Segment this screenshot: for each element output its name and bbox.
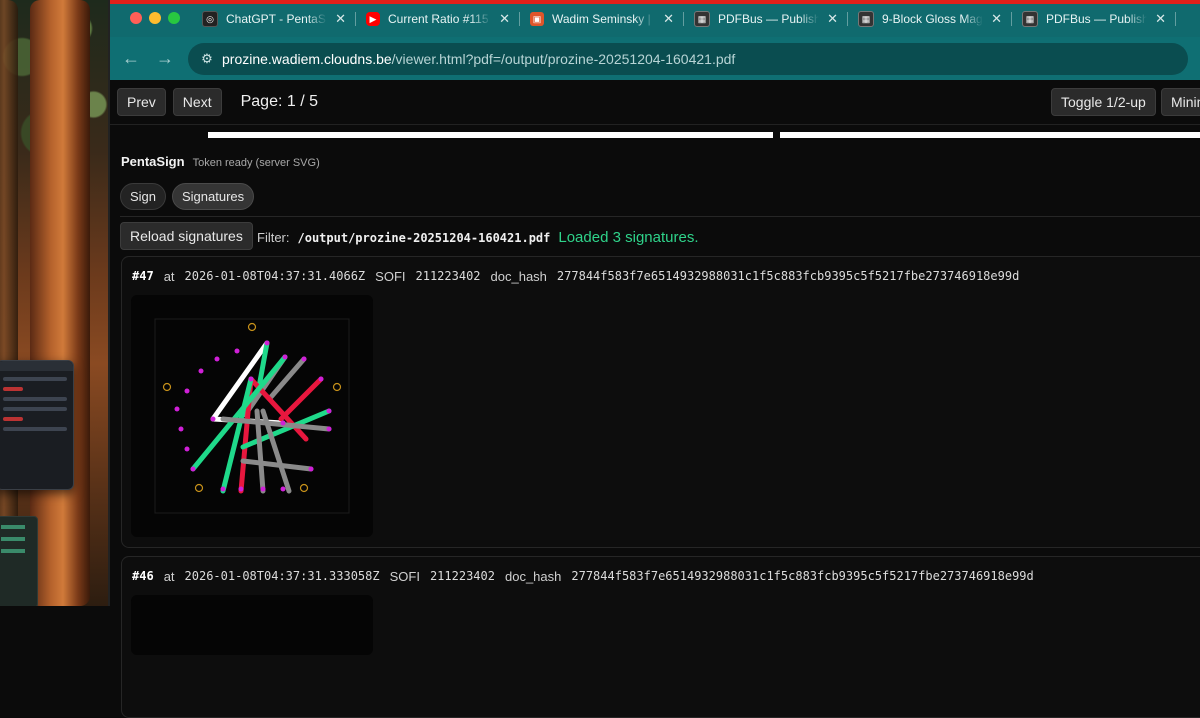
pdfbus-icon: ▦	[694, 11, 710, 27]
url-path: /viewer.html?pdf=/output/prozine-2025120…	[391, 50, 736, 67]
pdf-viewer: Prev Next Page: 1 / 5 Toggle 1/2-up Mini…	[110, 80, 1200, 718]
filter-row: Filter: /output/prozine-20251204-160421.…	[257, 229, 698, 246]
signature-image	[131, 595, 373, 655]
tab-title: PDFBus — Publisher	[1046, 12, 1148, 26]
arrow-left-icon: ←	[122, 48, 140, 68]
tab-youtube[interactable]: ▶ Current Ratio #115 ✕	[356, 6, 520, 32]
forward-button[interactable]: →	[150, 44, 180, 74]
signer-code: 211223402	[429, 569, 495, 583]
pentasign-header: PentaSign Token ready (server SVG)	[121, 154, 320, 169]
signer-name: SOFI	[389, 569, 420, 584]
signature-timestamp: 2026-01-08T04:37:31.4066Z	[184, 269, 366, 283]
filter-value: /output/prozine-20251204-160421.pdf	[297, 231, 551, 245]
url-host: prozine.wadiem.cloudns.be	[222, 50, 392, 67]
loaded-status: Loaded 3 signatures.	[558, 229, 699, 246]
page-preview-strip	[110, 125, 1200, 139]
wallpaper-tree-trunk	[30, 0, 90, 606]
signature-meta: #46 at 2026-01-08T04:37:31.333058Z SOFI …	[132, 569, 1034, 584]
close-window-button[interactable]	[130, 12, 142, 24]
signature-meta: #47 at 2026-01-08T04:37:31.4066Z SOFI 21…	[132, 269, 1019, 284]
prev-page-button[interactable]: Prev	[117, 88, 166, 116]
signature-card: #47 at 2026-01-08T04:37:31.4066Z SOFI 21…	[121, 256, 1200, 548]
youtube-icon: ▶	[366, 12, 380, 26]
desktop-wallpaper	[0, 0, 110, 606]
close-icon[interactable]: ✕	[1155, 11, 1166, 27]
pdfbus-icon: ▦	[858, 11, 874, 27]
toggle-layout-button[interactable]: Toggle 1/2-up	[1051, 88, 1156, 116]
page-thumbnail[interactable]	[780, 132, 1200, 138]
pentasign-glyph	[154, 318, 350, 514]
tab-profile[interactable]: ▣ Wadim Seminsky | ✕	[520, 6, 684, 32]
pdfbus-icon: ▦	[1022, 11, 1038, 27]
close-icon[interactable]: ✕	[827, 11, 838, 27]
signer-name: SOFI	[375, 269, 406, 284]
filter-label: Filter:	[257, 230, 290, 245]
back-button[interactable]: ←	[116, 44, 146, 74]
sign-tab[interactable]: Sign	[120, 183, 167, 210]
browser-toolbar: ← → ↻ ⚙ prozine.wadiem.cloudns.be/viewer…	[110, 37, 1200, 166]
site-settings-icon[interactable]: ⚙	[192, 51, 222, 67]
page-indicator: Page: 1 / 5	[240, 93, 318, 110]
signature-id: #46	[132, 569, 154, 583]
divider	[120, 216, 1200, 217]
at-label: at	[163, 269, 175, 284]
address-bar[interactable]: ⚙ prozine.wadiem.cloudns.be/viewer.html?…	[188, 42, 1188, 75]
tab-chatgpt[interactable]: ◎ ChatGPT - PentaSign ✕	[192, 6, 356, 32]
chatgpt-icon: ◎	[202, 11, 218, 27]
token-status: Token ready (server SVG)	[192, 157, 320, 169]
tab-title: Wadim Seminsky |	[552, 12, 651, 26]
minimap-button[interactable]: Minimap	[1161, 88, 1200, 116]
hash-label: doc_hash	[490, 269, 547, 284]
page-thumbnail[interactable]	[208, 132, 773, 138]
signature-timestamp: 2026-01-08T04:37:31.333058Z	[184, 569, 380, 583]
close-icon[interactable]: ✕	[335, 11, 346, 27]
viewer-toolbar: Prev Next Page: 1 / 5 Toggle 1/2-up Mini…	[110, 80, 1200, 125]
next-page-button[interactable]: Next	[172, 88, 222, 116]
reload-signatures-button[interactable]: Reload signatures	[120, 222, 253, 250]
pentasign-title: PentaSign	[121, 154, 185, 169]
close-icon[interactable]: ✕	[991, 11, 1002, 27]
close-icon[interactable]: ✕	[663, 11, 674, 27]
signature-id: #47	[132, 269, 154, 283]
zoom-window-button[interactable]	[168, 12, 180, 24]
at-label: at	[163, 569, 175, 584]
close-icon[interactable]: ✕	[499, 11, 510, 27]
tab-list: ◎ ChatGPT - PentaSign ✕ ▶ Current Ratio …	[192, 6, 1176, 32]
signature-card: #46 at 2026-01-08T04:37:31.333058Z SOFI …	[121, 556, 1200, 718]
profile-icon: ▣	[530, 12, 544, 26]
tab-pdfbus-2[interactable]: ▦ PDFBus — Publisher ✕	[1012, 6, 1176, 32]
background-window[interactable]	[0, 360, 74, 490]
accent-bar	[110, 0, 1200, 4]
tab-title: Current Ratio #115	[388, 12, 489, 26]
minimize-window-button[interactable]	[149, 12, 161, 24]
tab-title: PDFBus — Publisher	[718, 12, 820, 26]
tab-pdfbus[interactable]: ▦ PDFBus — Publisher ✕	[684, 6, 848, 32]
doc-hash: 277844f583f7e6514932988031c1f5c883fcb939…	[556, 269, 1020, 283]
background-window[interactable]	[0, 516, 38, 606]
window-controls	[130, 12, 180, 24]
doc-hash: 277844f583f7e6514932988031c1f5c883fcb939…	[571, 569, 1034, 583]
signatures-tab[interactable]: Signatures	[172, 183, 255, 210]
tab-gloss-mag[interactable]: ▦ 9-Block Gloss Mag ✕	[848, 6, 1012, 32]
browser-window: ◎ ChatGPT - PentaSign ✕ ▶ Current Ratio …	[108, 0, 1200, 718]
arrow-right-icon: →	[156, 48, 174, 68]
tab-title: 9-Block Gloss Mag	[882, 12, 983, 26]
tab-strip: ◎ ChatGPT - PentaSign ✕ ▶ Current Ratio …	[110, 0, 1200, 37]
signer-code: 211223402	[415, 269, 481, 283]
hash-label: doc_hash	[504, 569, 562, 584]
tab-title: ChatGPT - PentaSign	[226, 12, 327, 26]
signature-image	[131, 295, 373, 537]
